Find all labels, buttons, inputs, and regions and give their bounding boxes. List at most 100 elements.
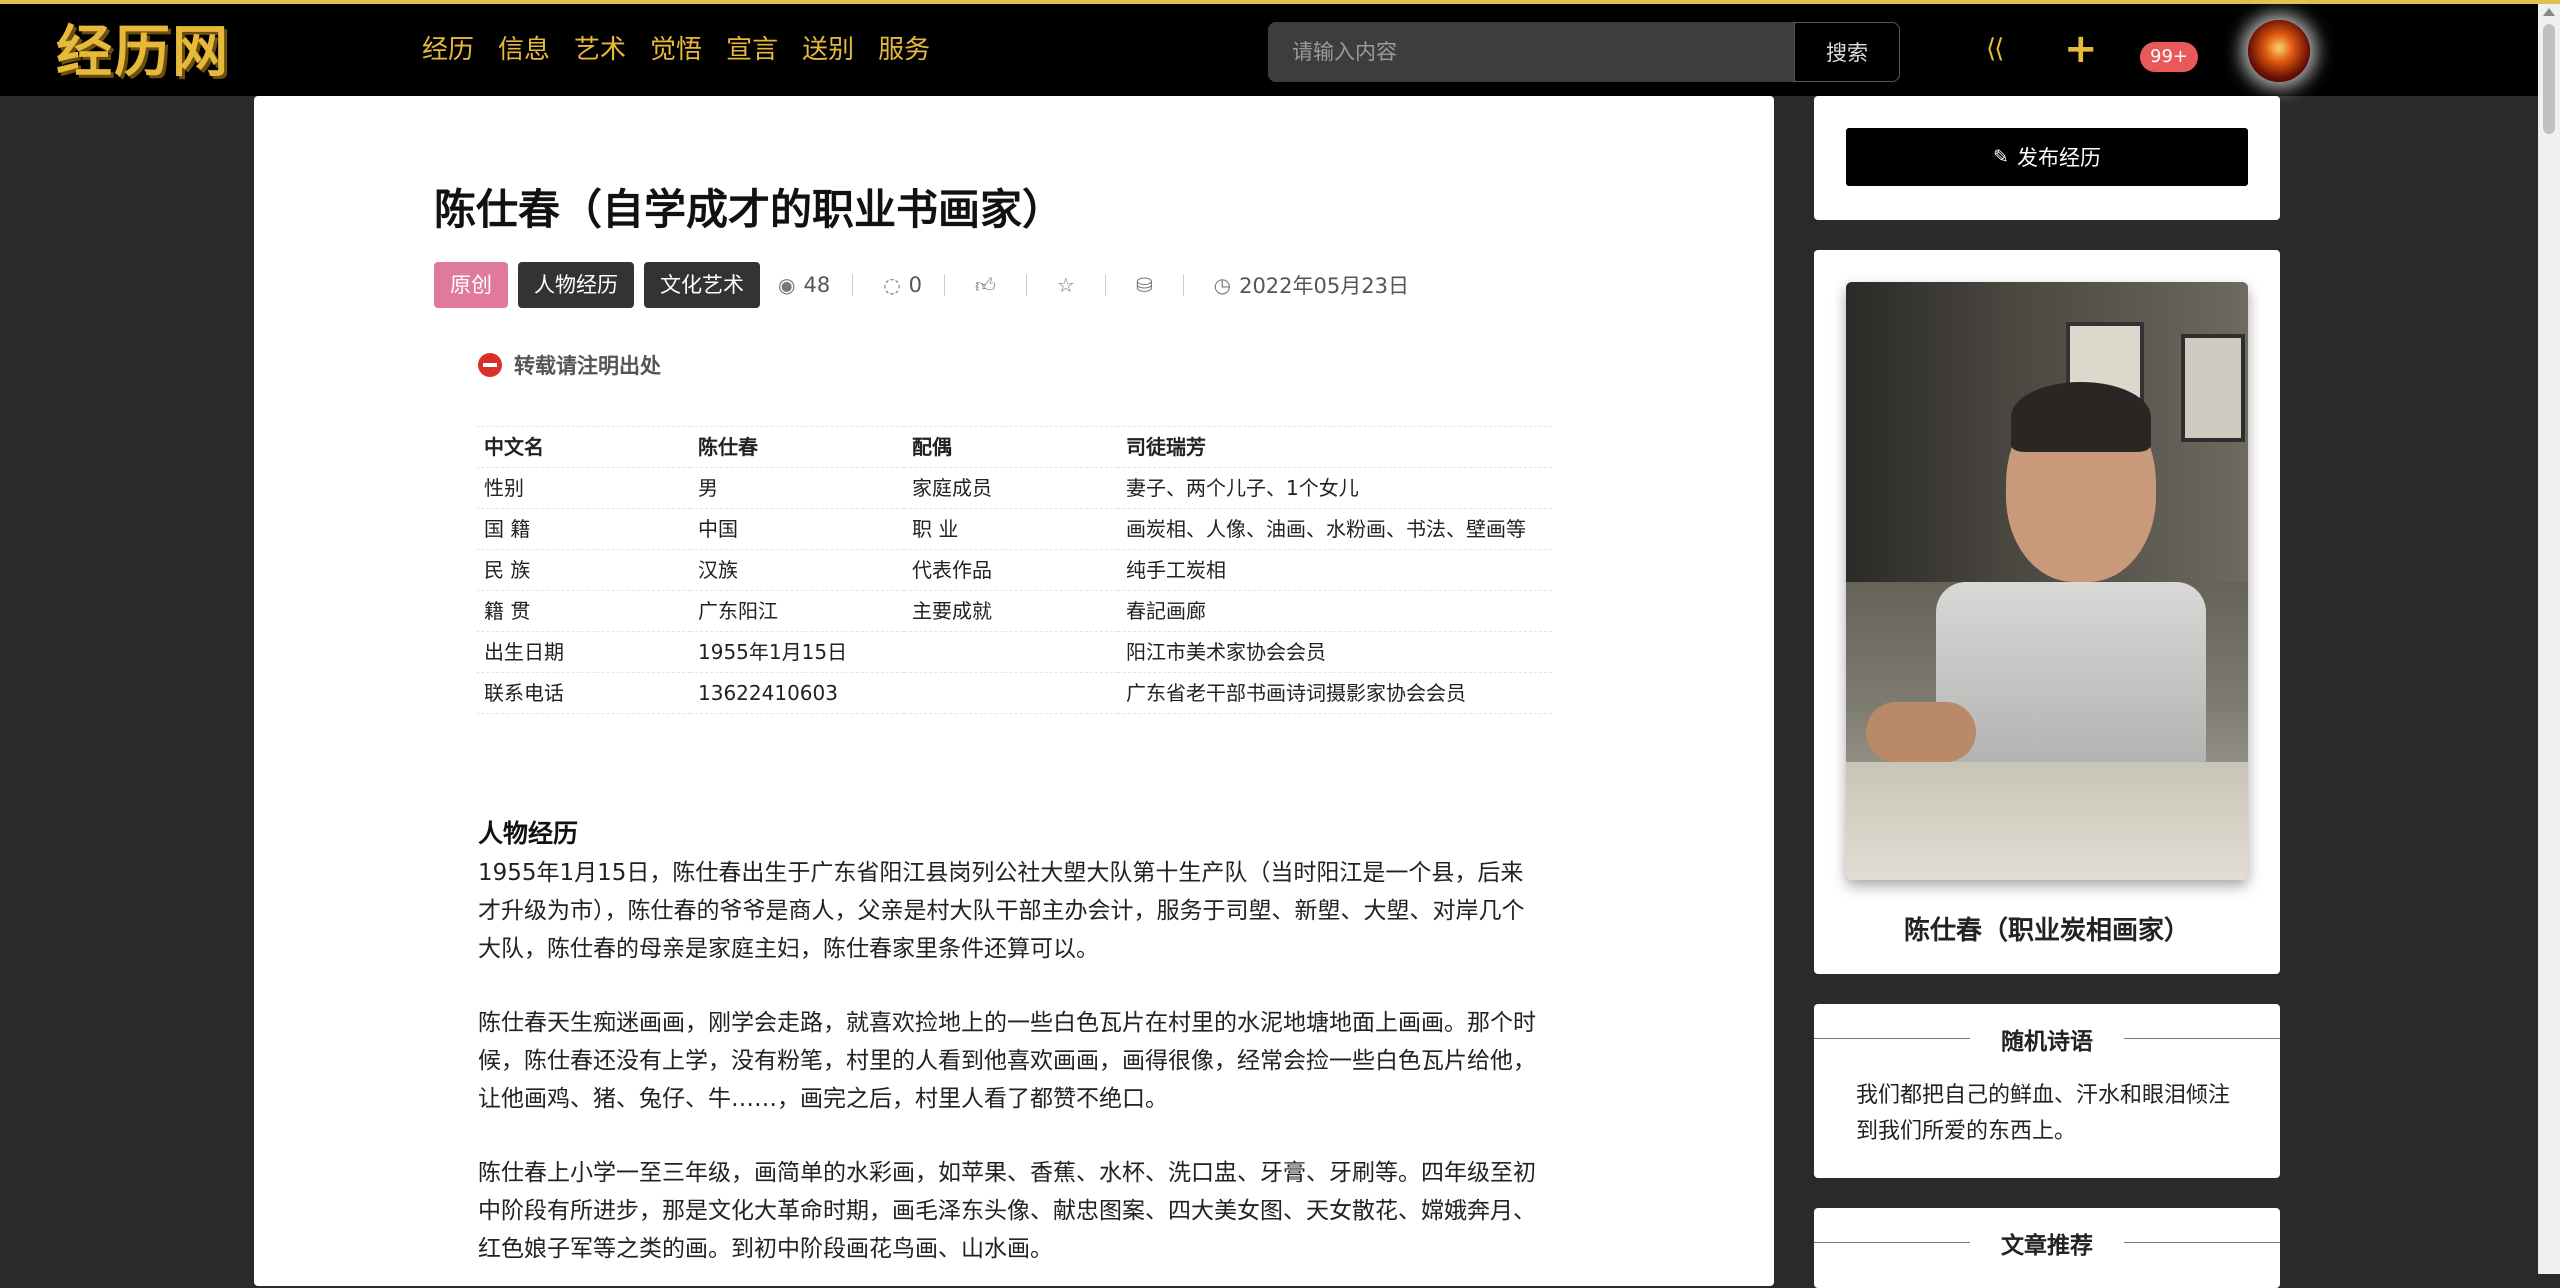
card-header: 文章推荐 [1814, 1226, 2280, 1259]
table-cell: 画炭相、人像、油画、水粉画、书法、壁画等 [1118, 508, 1552, 550]
date-value: 2022年05月23日 [1239, 274, 1409, 298]
publish-date: ◷ 2022年05月23日 [1214, 270, 1409, 300]
table-cell: 1955年1月15日 [690, 631, 904, 673]
table-row: 国 籍 中国 职 业 画炭相、人像、油画、水粉画、书法、壁画等 [476, 508, 1552, 550]
article-paragraph: 1955年1月15日，陈仕春出生于广东省阳江县岗列公社大塱大队第十生产队（当时阳… [478, 860, 1525, 962]
table-cell: 广东阳江 [690, 590, 904, 632]
publish-button-label: 发布经历 [2016, 146, 2101, 170]
table-cell: 民 族 [476, 549, 690, 591]
table-row: 民 族 汉族 代表作品 纯手工炭相 [476, 549, 1552, 591]
clock-icon: ◷ [1213, 273, 1232, 297]
table-cell: 司徒瑞芳 [1118, 426, 1552, 468]
article-paragraph: 陈仕春上小学一至三年级，画简单的水彩画，如苹果、香蕉、水杯、洗口盅、牙膏、牙刷等… [478, 1160, 1536, 1262]
like-button[interactable]: 👍︎ [975, 273, 1004, 298]
table-cell: 主要成就 [904, 590, 1118, 632]
edit-icon: ✎ [1993, 146, 2009, 168]
tag-category-culture[interactable]: 文化艺术 [644, 262, 760, 308]
search-bar: 搜索 [1268, 22, 1900, 82]
card-header: 随机诗语 [1814, 1022, 2280, 1055]
search-button[interactable]: 搜索 [1794, 22, 1900, 82]
eye-icon: ◉ [778, 273, 796, 297]
table-cell: 职 业 [904, 508, 1118, 550]
coin-button[interactable]: ⛁ [1136, 273, 1161, 297]
nav-item-jingli[interactable]: 经历 [422, 30, 474, 70]
main-nav: 经历 信息 艺术 觉悟 宣言 送别 服务 [422, 30, 954, 70]
tag-category-person[interactable]: 人物经历 [518, 262, 634, 308]
table-cell: 出生日期 [476, 631, 690, 673]
table-cell [904, 672, 1118, 714]
table-cell: 阳江市美术家协会会员 [1118, 631, 1552, 673]
comment-icon: ◌ [883, 273, 901, 297]
tag-original[interactable]: 原创 [434, 262, 508, 308]
table-cell: 中文名 [476, 426, 690, 468]
notification-badge[interactable]: 99+ [2140, 42, 2198, 72]
table-row: 联系电话 13622410603 广东省老干部书画诗词摄影家协会会员 [476, 672, 1552, 714]
random-poem-card: 随机诗语 我们都把自己的鲜血、汗水和眼泪倾注到我们所爱的东西上。 [1814, 1004, 2280, 1178]
site-logo[interactable]: 经历网 [56, 20, 230, 84]
repost-notice-text: 转载请注明出处 [514, 354, 661, 378]
table-row: 性别 男 家庭成员 妻子、两个儿子、1个女儿 [476, 467, 1552, 509]
divider [1182, 274, 1184, 296]
table-cell: 联系电话 [476, 672, 690, 714]
table-row: 籍 贯 广东阳江 主要成就 春記画廊 [476, 590, 1552, 632]
divider [944, 274, 946, 296]
poem-text: 我们都把自己的鲜血、汗水和眼泪倾注到我们所爱的东西上。 [1856, 1083, 2231, 1144]
article-meta: 原创 人物经历 文化艺术 ◉ 48 ◌ 0 👍︎ ☆ ⛁ ◷ 2022年05月2… [434, 262, 1409, 308]
views-count: ◉ 48 [778, 273, 830, 297]
table-cell: 配偶 [904, 426, 1118, 468]
nav-item-xuanyan[interactable]: 宣言 [726, 30, 778, 70]
table-cell: 男 [690, 467, 904, 509]
table-cell: 汉族 [690, 549, 904, 591]
views-value: 48 [803, 273, 831, 297]
publish-card: ✎ 发布经历 [1814, 96, 2280, 220]
publish-button[interactable]: ✎ 发布经历 [1846, 128, 2248, 186]
coin-stack-icon: ⛁ [1135, 273, 1153, 297]
section-heading: 人物经历 [478, 819, 579, 848]
table-cell: 籍 贯 [476, 590, 690, 632]
nav-item-juewu[interactable]: 觉悟 [650, 30, 702, 70]
table-row: 中文名 陈仕春 配偶 司徒瑞芳 [476, 426, 1552, 468]
collapse-icon[interactable]: ⟨⟨ [1986, 34, 2004, 64]
table-cell: 代表作品 [904, 549, 1118, 591]
thumbs-up-icon: 👍︎ [975, 272, 996, 297]
scrollbar-thumb[interactable] [2543, 24, 2555, 134]
table-cell: 中国 [690, 508, 904, 550]
comments-count[interactable]: ◌ 0 [883, 273, 922, 297]
site-header: 经历网 经历 信息 艺术 觉悟 宣言 送别 服务 搜索 ⟨⟨ + 99+ [0, 4, 2560, 96]
table-cell: 家庭成员 [904, 467, 1118, 509]
page-scrollbar[interactable] [2538, 4, 2560, 1274]
table-cell: 陈仕春 [690, 426, 904, 468]
table-cell: 广东省老干部书画诗词摄影家协会会员 [1118, 672, 1552, 714]
photo-caption: 陈仕春（职业炭相画家） [1903, 916, 2190, 946]
nav-item-yishu[interactable]: 艺术 [574, 30, 626, 70]
profile-photo [1846, 282, 2248, 880]
profile-card: 陈仕春（职业炭相画家） [1814, 250, 2280, 974]
recommend-card: 文章推荐 [1814, 1208, 2280, 1288]
nav-item-songbie[interactable]: 送别 [802, 30, 854, 70]
table-cell: 妻子、两个儿子、1个女儿 [1118, 467, 1552, 509]
card-title: 随机诗语 [2001, 1029, 2093, 1055]
table-cell: 国 籍 [476, 508, 690, 550]
divider [852, 274, 854, 296]
no-entry-icon [478, 353, 502, 377]
user-avatar[interactable] [2248, 20, 2310, 82]
profile-info-table: 中文名 陈仕春 配偶 司徒瑞芳 性别 男 家庭成员 妻子、两个儿子、1个女儿 国… [476, 426, 1552, 714]
article-paragraph: 陈仕春天生痴迷画画，刚学会走路，就喜欢捡地上的一些白色瓦片在村里的水泥地塘地面上… [478, 1010, 1536, 1112]
nav-item-xinxi[interactable]: 信息 [498, 30, 550, 70]
repost-notice: 转载请注明出处 [478, 350, 661, 380]
table-cell: 纯手工炭相 [1118, 549, 1552, 591]
nav-item-fuwu[interactable]: 服务 [878, 30, 930, 70]
card-title: 文章推荐 [2001, 1233, 2093, 1259]
search-input[interactable] [1268, 22, 1792, 82]
article-title: 陈仕春（自学成才的职业书画家） [434, 185, 1065, 234]
favorite-button[interactable]: ☆ [1057, 273, 1083, 297]
scroll-up-arrow-icon[interactable] [2543, 8, 2555, 16]
divider [1104, 274, 1106, 296]
divider [1025, 274, 1027, 296]
table-cell [904, 631, 1118, 673]
comments-value: 0 [908, 273, 923, 297]
plus-icon[interactable]: + [2064, 26, 2098, 72]
table-row: 出生日期 1955年1月15日 阳江市美术家协会会员 [476, 631, 1552, 673]
star-icon: ☆ [1056, 273, 1075, 297]
table-cell: 13622410603 [690, 672, 904, 714]
